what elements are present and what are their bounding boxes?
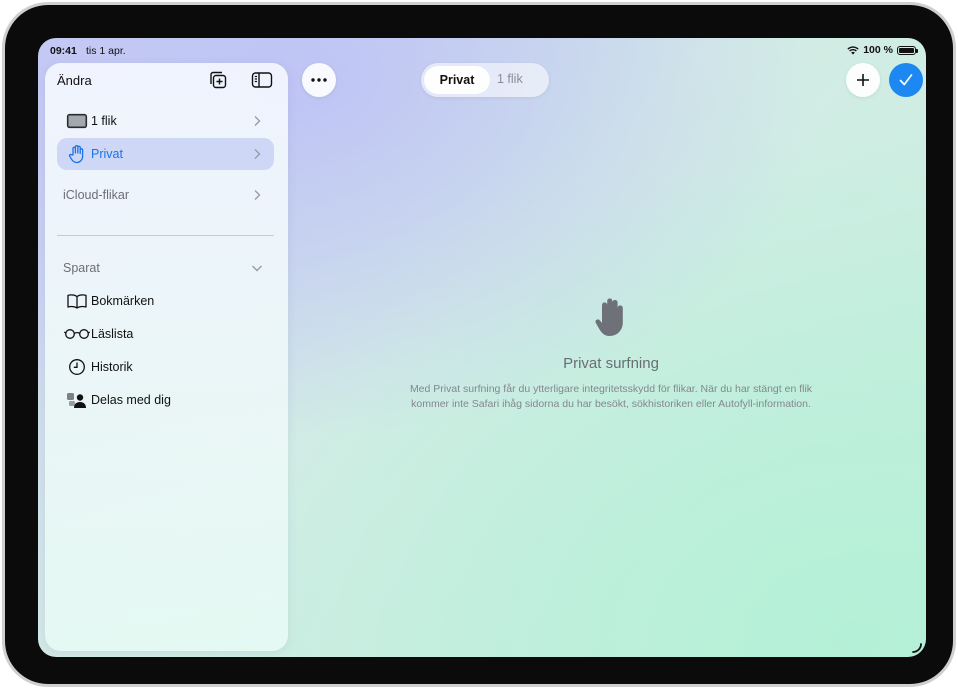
glasses-icon [63, 324, 91, 344]
status-right: 100 % [847, 44, 918, 56]
sidebar-item-label: Historik [91, 360, 133, 374]
hand-icon [63, 144, 91, 164]
plus-icon [857, 74, 869, 86]
sidebar-item-label: 1 flik [91, 114, 117, 128]
clock-icon [63, 357, 91, 377]
saved-section-header[interactable]: Sparat [57, 252, 274, 284]
chevron-right-icon [254, 149, 261, 159]
shared-with-you-icon [63, 390, 91, 410]
sidebar-item-private[interactable]: Privat [57, 138, 274, 170]
sidebar-item-icloud-tabs[interactable]: iCloud-flikar [57, 179, 274, 211]
done-button[interactable] [889, 63, 923, 97]
empty-state-line-2: kommer inte Safari ihåg sidorna du har b… [411, 398, 811, 410]
new-tab-group-icon [210, 71, 227, 89]
sidebar-item-label: Privat [91, 147, 123, 161]
empty-state-title: Privat surfning [563, 355, 659, 372]
battery-icon [897, 45, 918, 55]
segment-private[interactable]: Privat [424, 66, 490, 94]
edit-button[interactable]: Ändra [57, 73, 92, 88]
sidebar-toggle-icon [251, 72, 273, 88]
checkmark-icon [899, 74, 913, 86]
ellipsis-icon [311, 78, 327, 82]
sidebar-item-tabs[interactable]: 1 flik [57, 105, 274, 137]
resize-corner-icon [912, 643, 922, 653]
new-tab-button[interactable] [846, 63, 880, 97]
sidebar-divider [57, 235, 274, 236]
sidebar-item-shared-with-you[interactable]: Delas med dig [57, 384, 274, 416]
status-time: 09:41 [50, 45, 77, 57]
tablet-icon [63, 111, 91, 131]
hand-icon [595, 298, 623, 336]
ipad-bezel: 09:41 tis 1 apr. 100 % Ändra 1 flik Priv… [5, 5, 953, 684]
battery-percent: 100 % [863, 44, 893, 56]
chevron-down-icon [252, 265, 262, 272]
tab-mode-segmented-control: Privat 1 flik [421, 63, 549, 97]
sidebar-header: Ändra [45, 63, 288, 95]
sidebar-item-label: Bokmärken [91, 294, 155, 308]
status-date: tis 1 apr. [86, 45, 126, 57]
ipad-frame: 09:41 tis 1 apr. 100 % Ändra 1 flik Priv… [2, 2, 956, 687]
wifi-icon [847, 45, 859, 54]
book-icon [63, 291, 91, 311]
sidebar-item-label: Läslista [91, 327, 134, 341]
status-bar: 09:41 tis 1 apr. 100 % [38, 38, 926, 62]
chevron-right-icon [254, 116, 261, 126]
chevron-right-icon [254, 190, 261, 200]
sidebar-item-reading-list[interactable]: Läslista [57, 318, 274, 350]
private-browsing-empty-state: Privat surfning Med Privat surfning får … [328, 296, 894, 412]
sidebar-item-history[interactable]: Historik [57, 351, 274, 383]
new-tab-group-button[interactable] [207, 70, 229, 90]
empty-state-description: Med Privat surfning får du ytterligare i… [328, 382, 894, 412]
screen: 09:41 tis 1 apr. 100 % Ändra 1 flik Priv… [38, 38, 926, 657]
sidebar-item-bookmarks[interactable]: Bokmärken [57, 285, 274, 317]
sidebar: Ändra 1 flik Privat iCloud-flikar Sparat… [45, 63, 288, 651]
sidebar-item-label: iCloud-flikar [63, 188, 129, 202]
segment-tabs[interactable]: 1 flik [497, 72, 523, 86]
saved-section-label: Sparat [63, 261, 100, 275]
more-options-button[interactable] [302, 63, 336, 97]
empty-state-line-1: Med Privat surfning får du ytterligare i… [409, 383, 813, 395]
sidebar-toggle-button[interactable] [251, 70, 273, 90]
sidebar-item-label: Delas med dig [91, 393, 171, 407]
